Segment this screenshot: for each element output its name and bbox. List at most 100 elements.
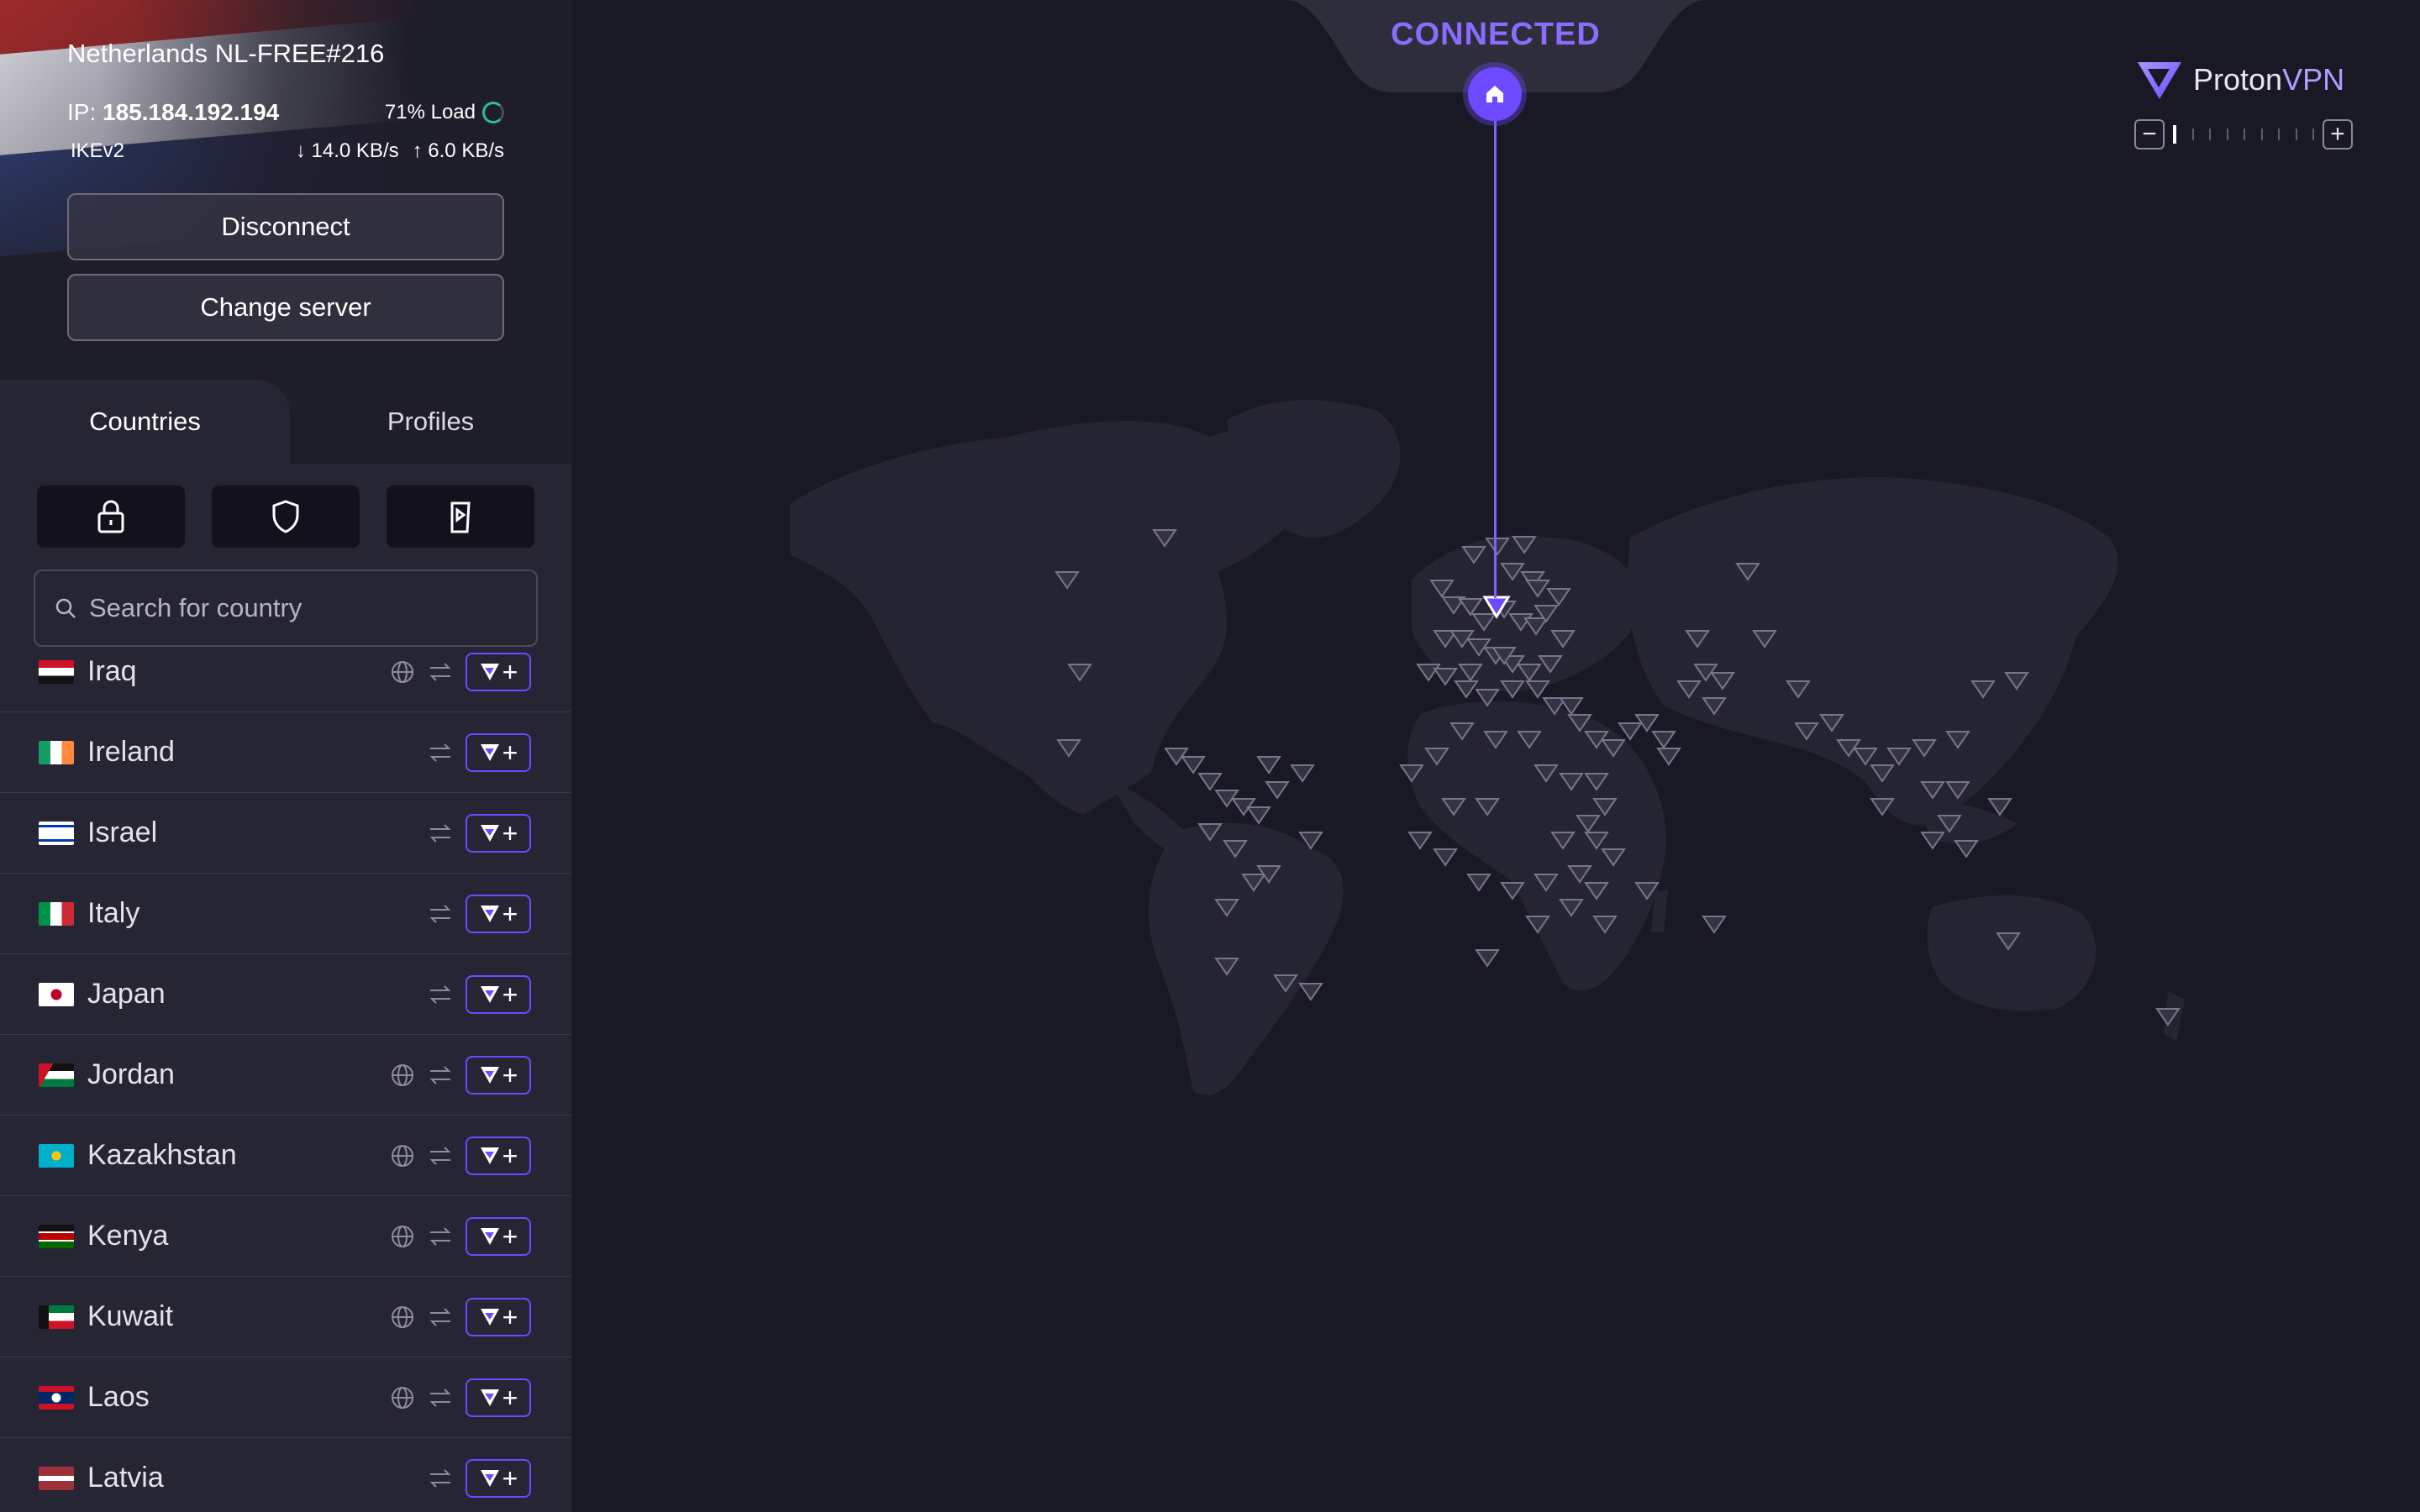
globe-icon[interactable] [390, 1143, 415, 1168]
server-marker-icon[interactable] [1702, 916, 1727, 934]
server-marker-icon[interactable] [1466, 874, 1491, 892]
flag-jordan-icon [39, 1063, 74, 1087]
flag-laos-icon [39, 1385, 74, 1410]
p2p-arrows-icon[interactable] [427, 1063, 454, 1088]
load-ring-icon [482, 102, 504, 123]
p2p-arrows-icon[interactable] [427, 901, 454, 927]
p2p-arrows-icon[interactable] [427, 821, 454, 846]
connect-button[interactable]: + [466, 1055, 531, 1095]
globe-icon[interactable] [390, 1305, 415, 1330]
globe-icon[interactable] [390, 659, 415, 685]
connect-button[interactable]: + [466, 652, 531, 691]
connect-button[interactable]: + [466, 974, 531, 1014]
p2p-arrows-icon[interactable] [427, 982, 454, 1007]
zoom-out-button[interactable]: − [2134, 119, 2165, 150]
change-server-button[interactable]: Change server [67, 274, 504, 341]
sidebar-tabs: Countries Profiles [0, 380, 571, 464]
server-marker-icon[interactable] [1256, 756, 1281, 774]
streaming-filter-button[interactable] [387, 486, 534, 548]
connection-status: CONNECTED [1391, 17, 1601, 52]
world-map[interactable]: CONNECTED ProtonVPN − + [571, 0, 2420, 1512]
p2p-arrows-icon[interactable] [427, 1385, 454, 1410]
country-name: Laos [87, 1381, 150, 1413]
p2p-arrows-icon[interactable] [427, 1466, 454, 1491]
arrow-down-icon: ↓ [295, 139, 306, 162]
list-item[interactable]: Iraq + [0, 643, 571, 712]
south-america-shape [1148, 822, 1344, 1095]
list-item[interactable]: Latvia + [0, 1438, 571, 1512]
connect-button[interactable]: + [466, 1136, 531, 1175]
server-marker-icon[interactable] [1265, 781, 1290, 800]
server-marker-icon[interactable] [1290, 764, 1315, 783]
country-name: Japan [87, 978, 166, 1010]
list-item[interactable]: Jordan + [0, 1035, 571, 1116]
connect-button[interactable]: + [466, 813, 531, 853]
proton-icon [480, 1469, 499, 1487]
server-marker-icon[interactable] [1246, 806, 1271, 825]
p2p-arrows-icon[interactable] [427, 740, 454, 765]
upload-speed: ↑ 6.0 KB/s [413, 139, 504, 163]
country-name: Iraq [87, 655, 137, 687]
server-marker-icon[interactable] [1433, 848, 1458, 867]
australia-shape [1927, 895, 2096, 1011]
country-name: Jordan [87, 1058, 175, 1090]
zoom-tick [2191, 129, 2194, 140]
proton-icon [480, 985, 499, 1003]
p2p-arrows-icon[interactable] [427, 659, 454, 685]
flag-kenya-icon [39, 1224, 74, 1248]
asia-shape [1628, 477, 2118, 825]
zoom-tick [2260, 129, 2263, 140]
server-marker-icon[interactable] [1454, 680, 1479, 699]
connect-button[interactable]: + [466, 1216, 531, 1256]
logo-text: ProtonVPN [2193, 62, 2344, 97]
p2p-arrows-icon[interactable] [427, 1224, 454, 1249]
server-marker-icon[interactable] [1987, 798, 2012, 816]
server-marker-icon[interactable] [1407, 832, 1433, 850]
list-item[interactable]: Italy + [0, 874, 571, 954]
list-item[interactable]: Laos + [0, 1357, 571, 1438]
list-item[interactable]: Kenya + [0, 1196, 571, 1277]
plus-icon: + [502, 737, 518, 768]
proton-icon [480, 1227, 499, 1245]
flag-ireland-icon [39, 740, 74, 764]
continents [790, 400, 2185, 1095]
p2p-arrows-icon[interactable] [427, 1305, 454, 1330]
server-marker-icon[interactable] [1475, 949, 1500, 968]
tab-profiles[interactable]: Profiles [290, 380, 571, 464]
globe-icon[interactable] [390, 1385, 415, 1410]
globe-icon[interactable] [390, 1063, 415, 1088]
plus-icon: + [502, 1462, 518, 1494]
list-item[interactable]: Japan + [0, 954, 571, 1035]
list-item[interactable]: Israel + [0, 793, 571, 874]
disconnect-button[interactable]: Disconnect [67, 193, 504, 260]
flag-kazakhstan-icon [39, 1143, 74, 1168]
connect-button[interactable]: + [466, 1297, 531, 1336]
home-location-pin[interactable] [1468, 67, 1522, 121]
list-item[interactable]: Kazakhstan + [0, 1116, 571, 1196]
netshield-filter-button[interactable] [212, 486, 360, 548]
secure-core-filter-button[interactable] [37, 486, 185, 548]
server-marker-icon[interactable] [1181, 756, 1206, 774]
server-marker-icon[interactable] [1651, 731, 1676, 749]
ip-value: 185.184.192.194 [103, 99, 280, 125]
connect-button[interactable]: + [466, 894, 531, 933]
server-marker-icon[interactable] [1618, 722, 1643, 741]
zoom-in-button[interactable]: + [2323, 119, 2353, 150]
list-item[interactable]: Ireland + [0, 712, 571, 793]
list-item[interactable]: Kuwait + [0, 1277, 571, 1357]
server-marker-icon[interactable] [1954, 840, 1979, 858]
globe-icon[interactable] [390, 1224, 415, 1249]
proton-icon [480, 824, 499, 842]
connect-button[interactable]: + [466, 732, 531, 772]
connect-button[interactable]: + [466, 1378, 531, 1417]
proton-icon [480, 905, 499, 922]
p2p-arrows-icon[interactable] [427, 1143, 454, 1168]
tab-countries[interactable]: Countries [0, 380, 290, 464]
zoom-slider[interactable] [2165, 125, 2323, 144]
connect-button[interactable]: + [466, 1458, 531, 1498]
server-marker-icon[interactable] [1197, 773, 1223, 791]
server-marker-icon[interactable] [1656, 748, 1681, 766]
search-input[interactable] [89, 593, 526, 623]
server-marker-icon[interactable] [1298, 983, 1323, 1001]
ip-address: IP: 185.184.192.194 [67, 99, 279, 126]
